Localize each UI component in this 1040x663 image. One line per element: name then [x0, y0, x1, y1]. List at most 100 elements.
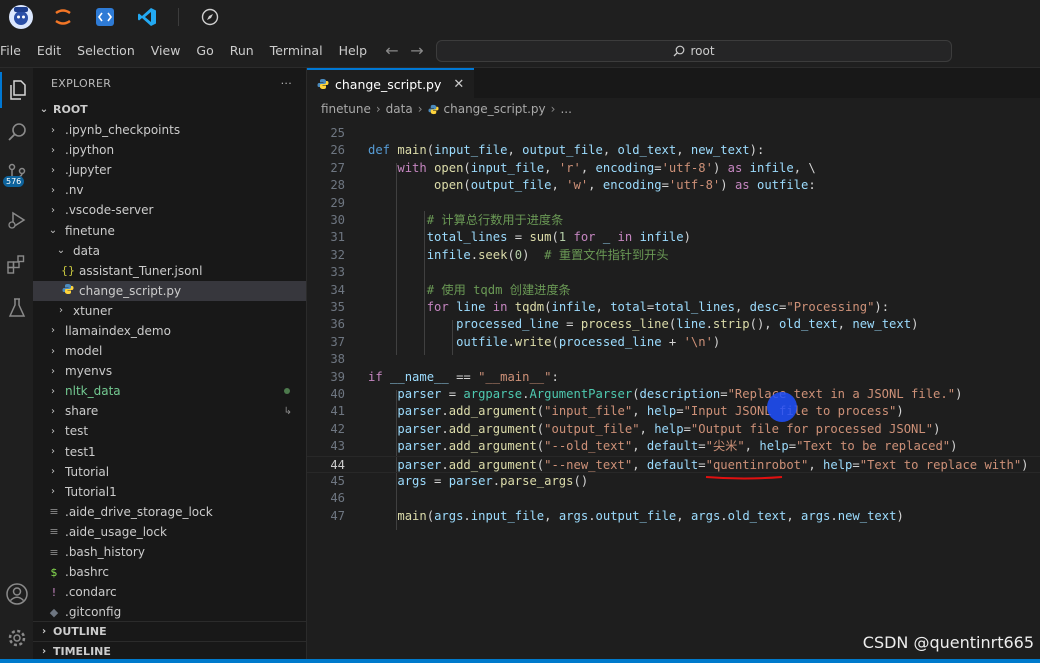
command-center-search[interactable]: root	[436, 40, 952, 62]
menu-terminal[interactable]: Terminal	[262, 34, 331, 68]
code-line[interactable]: 25	[307, 125, 1040, 142]
code-line[interactable]: 28 open(output_file, 'w', encoding='utf-…	[307, 177, 1040, 194]
tree-item[interactable]: › nltk_data	[33, 381, 306, 401]
breadcrumb-item-finetune[interactable]: finetune	[321, 102, 371, 116]
breadcrumb-item-symbol[interactable]: ...	[560, 102, 571, 116]
code-line[interactable]: 44 parser.add_argument("--new_text", def…	[307, 455, 1040, 473]
extensions-icon[interactable]	[0, 246, 33, 282]
menu-help[interactable]: Help	[331, 34, 376, 68]
code-line[interactable]: 34 # 使用 tqdm 创建进度条	[307, 282, 1040, 299]
tree-item[interactable]: › .jupyter	[33, 160, 306, 180]
code-line[interactable]: 35 for line in tqdm(infile, total=total_…	[307, 299, 1040, 316]
forward-arrow-icon[interactable]: →	[405, 34, 429, 68]
tree-item[interactable]: › myenvs	[33, 361, 306, 381]
tree-item[interactable]: $ .bashrc	[33, 562, 306, 582]
tree-item[interactable]: › test1	[33, 442, 306, 462]
line-number: 34	[330, 282, 345, 297]
tree-item[interactable]: change_script.py	[33, 280, 306, 301]
menu-go[interactable]: Go	[188, 34, 221, 68]
close-icon[interactable]: ✕	[453, 77, 464, 92]
line-number: 46	[330, 491, 345, 506]
tree-item[interactable]: {} assistant_Tuner.jsonl	[33, 261, 306, 281]
tree-item[interactable]: › test	[33, 421, 306, 441]
code-line[interactable]: 30 # 计算总行数用于进度条	[307, 212, 1040, 229]
code-line[interactable]: 29	[307, 195, 1040, 212]
line-number: 45	[330, 474, 345, 488]
vscode-icon[interactable]	[134, 4, 160, 30]
menu-edit[interactable]: Edit	[29, 34, 69, 68]
tree-item[interactable]: › .ipython	[33, 140, 306, 160]
breadcrumb-item-data[interactable]: data	[386, 102, 413, 116]
code-line[interactable]: 43 parser.add_argument("--old_text", def…	[307, 438, 1040, 455]
tree-item[interactable]: › Tutorial	[33, 462, 306, 482]
code-editor[interactable]: 25 26 def main(input_file, output_file, ol…	[307, 123, 1040, 663]
menu-bar: File Edit Selection View Go Run Terminal…	[0, 34, 1040, 68]
menu-file[interactable]: File	[0, 34, 29, 68]
settings-gear-icon[interactable]	[0, 620, 33, 656]
tree-item[interactable]: › share ↳	[33, 401, 306, 421]
tree-item[interactable]: ≡ .aide_usage_lock	[33, 522, 306, 542]
code-line[interactable]: 46	[307, 490, 1040, 507]
tree-item-label: assistant_Tuner.jsonl	[79, 263, 203, 278]
tree-item[interactable]: › .nv	[33, 180, 306, 200]
text-file-icon: ≡	[49, 545, 59, 559]
search-sidebar-icon[interactable]	[0, 114, 33, 150]
symlink-icon: ↳	[283, 405, 292, 417]
code-line[interactable]: 26 def main(input_file, output_file, old_…	[307, 142, 1040, 159]
tree-item[interactable]: › Tutorial1	[33, 482, 306, 502]
breadcrumb-separator-icon: ›	[550, 102, 556, 116]
code-line[interactable]: 41 parser.add_argument("input_file", hel…	[307, 403, 1040, 420]
tree-item[interactable]: ⌄ data	[33, 241, 306, 261]
code-line[interactable]: 40 parser = argparse.ArgumentParser(desc…	[307, 386, 1040, 403]
code-line[interactable]: 42 parser.add_argument("output_file", he…	[307, 421, 1040, 438]
testing-flask-icon[interactable]	[0, 290, 33, 326]
code-line[interactable]: 38	[307, 351, 1040, 368]
git-file-icon: ◆	[49, 605, 59, 619]
tree-item[interactable]: ◆ .gitconfig	[33, 602, 306, 622]
outline-section[interactable]: › OUTLINE	[33, 621, 306, 641]
pensive-ai-avatar-icon[interactable]	[8, 4, 34, 30]
menu-run[interactable]: Run	[222, 34, 262, 68]
explorer-icon[interactable]	[0, 72, 33, 108]
root-folder-header[interactable]: ⌄ ROOT	[33, 98, 306, 120]
tree-item[interactable]: ≡ .bash_history	[33, 542, 306, 562]
code-line[interactable]: 27 with open(input_file, 'r', encoding='…	[307, 160, 1040, 177]
code-line[interactable]: 31 total_lines = sum(1 for _ in infile)	[307, 229, 1040, 246]
account-icon[interactable]	[0, 576, 33, 612]
editor-tab-bar: change_script.py ✕	[307, 68, 1040, 98]
back-arrow-icon[interactable]: ←	[380, 34, 404, 68]
tree-item[interactable]: › llamaindex_demo	[33, 321, 306, 341]
menu-view[interactable]: View	[143, 34, 189, 68]
tree-item[interactable]: › model	[33, 341, 306, 361]
explorer-sidebar: EXPLORER ··· ⌄ ROOT › .ipynb_checkpoints ›…	[33, 68, 307, 663]
menu-selection[interactable]: Selection	[69, 34, 143, 68]
tree-item[interactable]: ≡ .aide_drive_storage_lock	[33, 502, 306, 522]
compass-icon[interactable]	[197, 4, 223, 30]
modified-dot-icon	[284, 388, 290, 395]
code-line[interactable]: 47 main(args.input_file, args.output_fil…	[307, 508, 1040, 525]
vscode-remote-icon[interactable]	[92, 4, 118, 30]
search-text: root	[690, 44, 715, 58]
line-number: 30	[330, 213, 345, 227]
run-debug-icon[interactable]	[0, 202, 33, 238]
chevron-right-icon: ›	[51, 325, 55, 337]
tree-item-label: .bashrc	[65, 565, 109, 580]
breadcrumb-item-file[interactable]: change_script.py	[444, 102, 546, 116]
code-line[interactable]: 33	[307, 264, 1040, 281]
tree-item[interactable]: ⌄ finetune	[33, 220, 306, 240]
jupyter-icon[interactable]	[50, 4, 76, 30]
code-line[interactable]: 32 infile.seek(0) # 重置文件指针到开头	[307, 247, 1040, 264]
timeline-section[interactable]: › TIMELINE	[33, 641, 306, 661]
code-line[interactable]: 37 outfile.write(processed_line + '\n')	[307, 334, 1040, 351]
tree-item[interactable]: › .vscode-server	[33, 200, 306, 220]
code-line[interactable]: 45 args = parser.parse_args()	[307, 473, 1040, 490]
editor-area: change_script.py ✕ finetune › data › cha…	[307, 68, 1040, 663]
code-line[interactable]: 39 if __name__ == "__main__":	[307, 369, 1040, 386]
explorer-more-icon[interactable]: ···	[281, 77, 292, 90]
tree-item[interactable]: ! .condarc	[33, 582, 306, 602]
tree-item[interactable]: › .ipynb_checkpoints	[33, 120, 306, 140]
code-line[interactable]: 36 processed_line = process_line(line.st…	[307, 316, 1040, 333]
editor-tab-change-script[interactable]: change_script.py ✕	[307, 68, 475, 98]
tree-item[interactable]: › xtuner	[33, 301, 306, 321]
chevron-right-icon: ›	[51, 164, 55, 176]
